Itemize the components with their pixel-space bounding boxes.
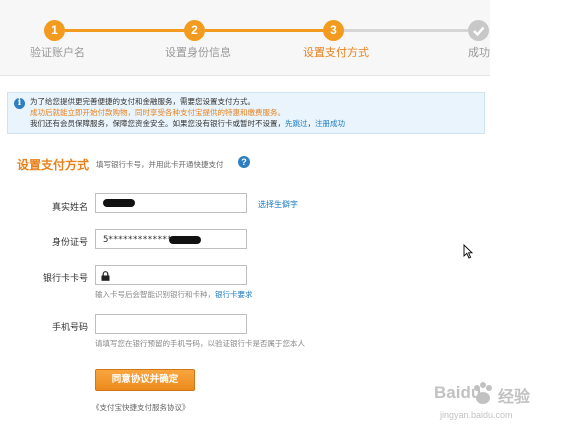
notice-line-2: 成功后就能立即开始付款购物，同时享受各种支付宝提供的特惠和缴费服务。	[30, 108, 285, 117]
mouse-cursor-icon	[463, 244, 473, 259]
agreement-link[interactable]: 《支付宝快捷支付服务协议》	[92, 402, 190, 413]
lock-icon	[101, 271, 110, 281]
id-label: 身份证号	[51, 238, 88, 248]
step-2-label: 设置身份信息	[165, 46, 231, 59]
redaction-mark	[103, 199, 135, 207]
rare-char-link[interactable]: 选择生僻字	[258, 199, 298, 210]
step-4-label: 成功	[468, 46, 490, 59]
notice-line-3: 我们还有会员保障服务，保障您资金安全。如果您没有银行卡或暂时不设置，先跳过，注册…	[30, 119, 345, 128]
card-hint: 输入卡号后会智能识别银行和卡种，银行卡要求	[95, 289, 253, 300]
name-input[interactable]	[95, 193, 247, 213]
id-number-value: 5*************	[103, 235, 172, 245]
section-title: 设置支付方式	[17, 158, 90, 172]
step-connector	[344, 29, 468, 32]
step-4-check-icon	[468, 20, 489, 41]
step-connector	[205, 29, 325, 32]
step-connector	[65, 29, 185, 32]
info-notice: i 为了给您提供更完善便捷的支付和金融服务，需要您设置支付方式。 成功后就能立即…	[7, 92, 485, 134]
watermark-url: jingyan.baidu.com	[440, 410, 513, 420]
progress-stepper: 1 2 3 验证账户名 设置身份信息 设置支付方式 成功	[0, 0, 490, 75]
name-label: 真实姓名	[51, 203, 88, 213]
step-2-circle: 2	[184, 20, 205, 41]
watermark-brand: Baidu	[434, 383, 482, 402]
notice-line-1: 为了给您提供更完善便捷的支付和金融服务，需要您设置支付方式。	[30, 97, 255, 106]
skip-link[interactable]: 先跳过	[285, 119, 308, 128]
notice-line-3-text: 我们还有会员保障服务，保障您资金安全。如果您没有银行卡或暂时不设置，	[30, 119, 285, 128]
phone-input[interactable]	[95, 314, 247, 334]
redaction-mark	[169, 236, 201, 244]
phone-hint: 请填写您在银行预留的手机号码，以验证银行卡是否属于您本人	[95, 339, 305, 348]
step-3-label: 设置支付方式	[303, 46, 369, 59]
step-1-circle: 1	[44, 20, 65, 41]
step-1-label: 验证账户名	[30, 46, 85, 59]
info-icon: i	[14, 98, 25, 109]
help-icon[interactable]: ?	[238, 156, 250, 168]
card-number-input[interactable]	[95, 265, 247, 285]
baidu-watermark: Baidu 经验 jingyan.baidu.com	[432, 378, 560, 426]
phone-label: 手机号码	[51, 323, 88, 333]
step-3-circle: 3	[323, 20, 344, 41]
header-divider	[0, 75, 490, 76]
card-requirements-link[interactable]: 银行卡要求	[215, 290, 253, 299]
notice-separator: ，	[307, 119, 316, 128]
card-hint-text: 输入卡号后会智能识别银行和卡种，	[95, 290, 215, 299]
card-label: 银行卡卡号	[42, 274, 88, 284]
agree-submit-button[interactable]: 同意协议并确定	[95, 369, 195, 391]
register-success-link[interactable]: 注册成功	[315, 119, 345, 128]
section-subtitle: 填写银行卡号，并用此卡开通快捷支付	[96, 160, 224, 169]
id-number-input[interactable]: 5*************	[95, 229, 247, 249]
watermark-text: 经验	[498, 387, 531, 406]
